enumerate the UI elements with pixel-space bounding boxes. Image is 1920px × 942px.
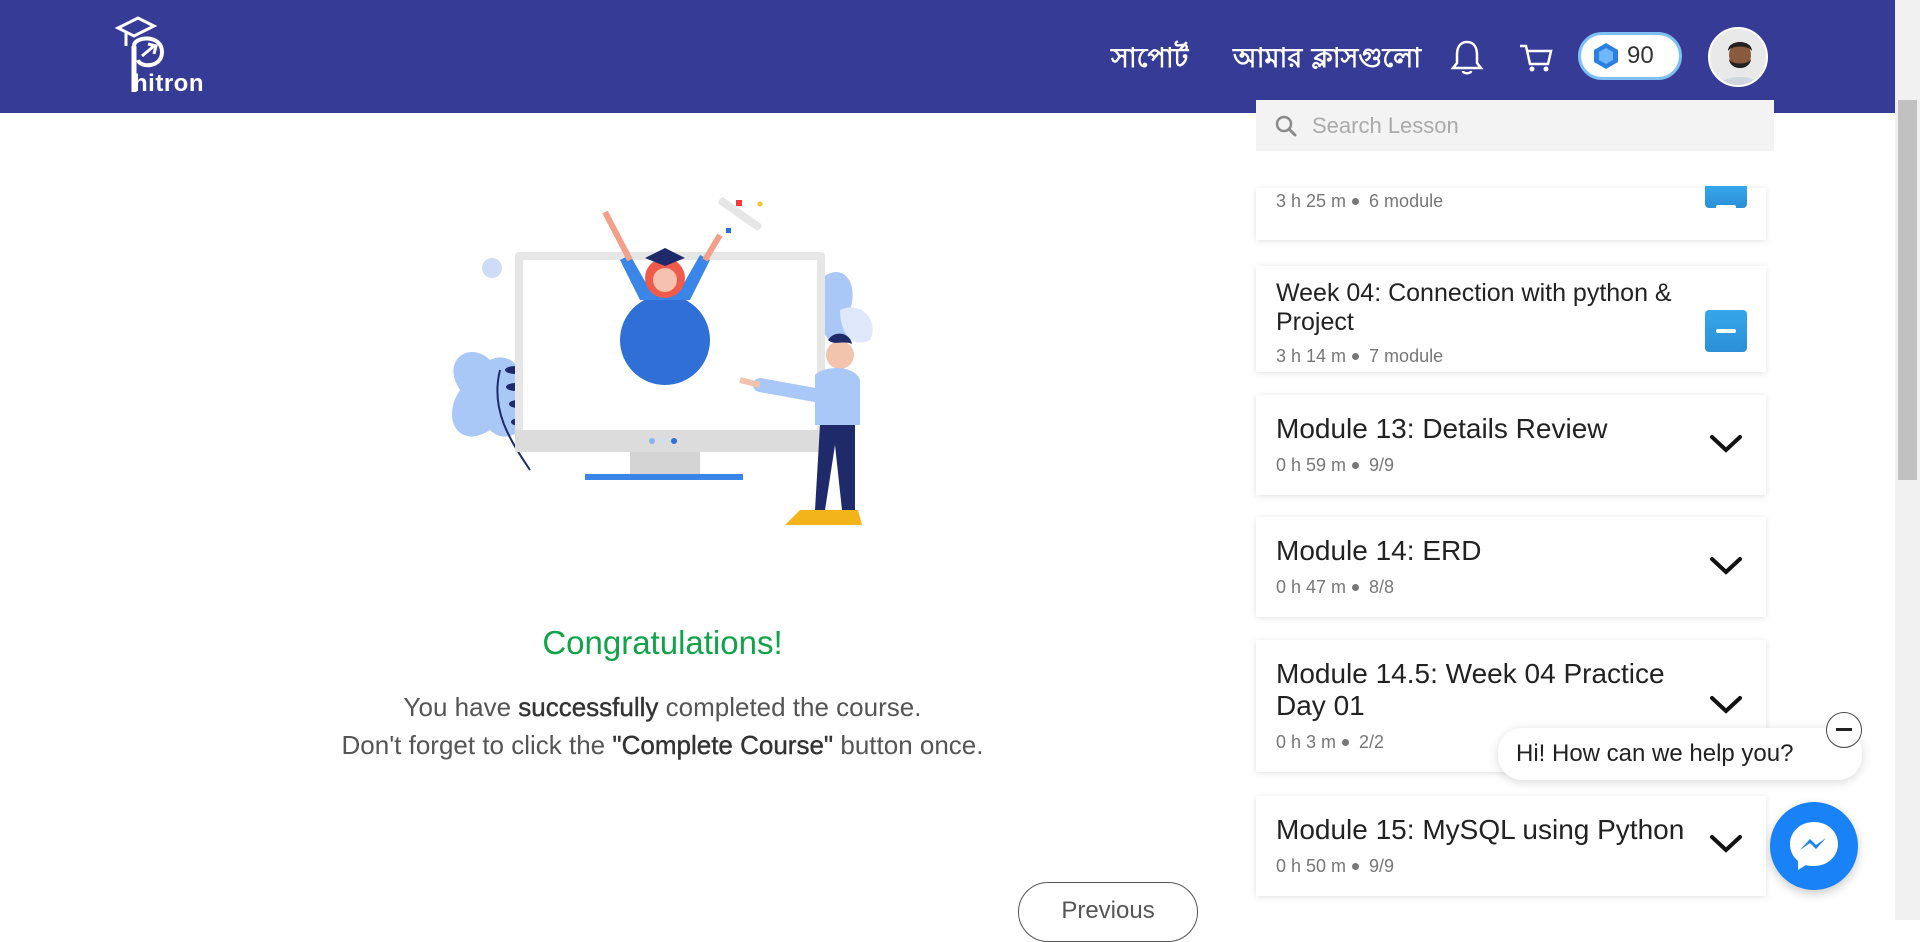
week-03-collapse-button[interactable]: [1705, 186, 1747, 209]
cart-icon[interactable]: [1518, 40, 1554, 74]
separator-dot: [1352, 352, 1360, 360]
week-04-module-count: 7 module: [1369, 346, 1444, 366]
module-meta: 0 h 59 m 9/9: [1276, 455, 1394, 476]
separator-dot: [1352, 461, 1360, 469]
module-duration: 0 h 59 m: [1276, 455, 1347, 475]
module-title: Module 14.5: Week 04 Practice Day 01: [1276, 658, 1665, 721]
avatar-image: [1710, 29, 1766, 85]
module-progress: 8/8: [1369, 577, 1395, 597]
search-lesson-bar[interactable]: Search Lesson: [1256, 100, 1774, 151]
chevron-down-icon[interactable]: [1708, 433, 1744, 455]
module-meta: 0 h 3 m 2/2: [1276, 732, 1384, 753]
week-03-card[interactable]: 3 h 25 m 6 module: [1256, 188, 1766, 240]
nav-support-link[interactable]: সাপোর্ট: [1111, 38, 1188, 83]
user-avatar[interactable]: [1708, 27, 1768, 87]
separator-dot: [1352, 583, 1360, 591]
module-progress: 9/9: [1369, 455, 1395, 475]
chevron-down-icon[interactable]: [1708, 555, 1744, 577]
week-03-meta: 3 h 25 m 6 module: [1276, 191, 1443, 212]
module-title: Module 13: Details Review: [1276, 413, 1608, 444]
week-04-card[interactable]: Week 04: Connection with python & Projec…: [1256, 266, 1766, 372]
reminder-end: button once.: [833, 730, 984, 760]
congratulations-heading: Congratulations!: [542, 624, 783, 661]
completion-message-emphasis: successfully: [518, 692, 659, 722]
top-navbar: hitron সাপোর্ট আমার ক্লাসগুলো 90: [0, 0, 1895, 113]
week-03-module-count: 6 module: [1369, 191, 1444, 211]
points-value: 90: [1627, 42, 1654, 69]
module-progress: 2/2: [1359, 732, 1385, 752]
reminder-emphasis: "Complete Course": [612, 730, 834, 760]
module-duration: 0 h 3 m: [1276, 732, 1337, 752]
logo-text: hitron: [133, 70, 204, 97]
complete-course-reminder: Don't forget to click the "Complete Cour…: [0, 730, 1325, 761]
module-14-card[interactable]: Module 14: ERD 0 h 47 m 8/8: [1256, 517, 1766, 617]
messenger-icon: [1790, 822, 1838, 870]
search-icon: [1275, 115, 1297, 136]
completion-message-start: You have: [403, 692, 519, 722]
gem-icon: [1594, 43, 1618, 69]
module-meta: 0 h 50 m 9/9: [1276, 856, 1394, 877]
chat-prompt-bubble[interactable]: Hi! How can we help you?: [1498, 728, 1862, 780]
module-progress: 9/9: [1369, 856, 1395, 876]
week-04-duration: 3 h 14 m: [1276, 346, 1347, 366]
separator-dot: [1352, 197, 1360, 205]
chevron-down-icon[interactable]: [1708, 833, 1744, 855]
graduation-illustration: [451, 197, 873, 525]
completion-message-end: completed the course.: [658, 692, 922, 722]
module-13-card[interactable]: Module 13: Details Review 0 h 59 m 9/9: [1256, 395, 1766, 495]
bell-icon[interactable]: [1450, 38, 1484, 76]
separator-dot: [1352, 862, 1360, 870]
week-04-collapse-button[interactable]: [1705, 310, 1747, 352]
chat-close-icon[interactable]: [1826, 712, 1862, 748]
module-15-card[interactable]: Module 15: MySQL using Python 0 h 50 m 9/…: [1256, 796, 1766, 896]
module-title: Module 14: ERD: [1276, 535, 1482, 566]
module-meta: 0 h 47 m 8/8: [1276, 577, 1394, 598]
scrollbar-thumb[interactable]: [1898, 100, 1917, 480]
search-input[interactable]: Search Lesson: [1312, 113, 1459, 139]
points-badge[interactable]: 90: [1578, 32, 1682, 80]
module-duration: 0 h 50 m: [1276, 856, 1347, 876]
module-title: Module 15: MySQL using Python: [1276, 814, 1685, 845]
week-03-duration: 3 h 25 m: [1276, 191, 1347, 211]
week-04-title: Week 04: Connection with python & Projec…: [1276, 279, 1672, 336]
completion-message: You have successfully completed the cour…: [0, 692, 1325, 723]
chevron-down-icon[interactable]: [1708, 694, 1744, 716]
messenger-button[interactable]: [1770, 802, 1858, 890]
week-04-meta: 3 h 14 m 7 module: [1276, 346, 1443, 367]
previous-button[interactable]: Previous: [1018, 882, 1198, 942]
reminder-start: Don't forget to click the: [341, 730, 613, 760]
separator-dot: [1342, 738, 1350, 746]
nav-my-classes-link[interactable]: আমার ক্লাসগুলো: [1233, 38, 1421, 83]
module-duration: 0 h 47 m: [1276, 577, 1347, 597]
